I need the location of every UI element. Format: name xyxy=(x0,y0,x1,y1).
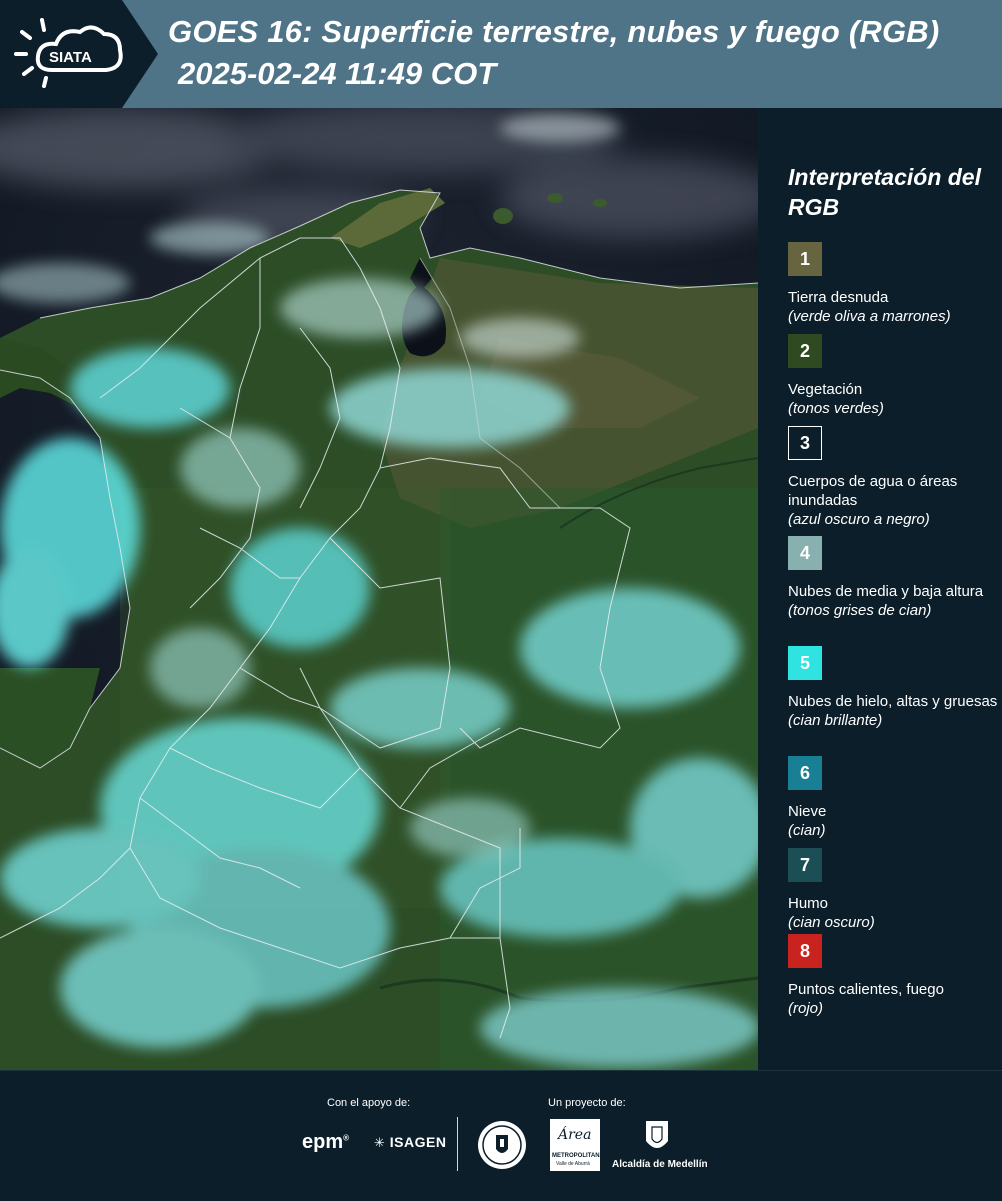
legend-label: Nieve xyxy=(788,803,827,820)
footer: Con el apoyo de: Un proyecto de: epm® ✳ … xyxy=(0,1070,1002,1201)
legend-label: Vegetación xyxy=(788,381,863,398)
legend-description: (verde oliva a marrones) xyxy=(788,308,951,325)
legend-description: (azul oscuro a negro) xyxy=(788,511,930,528)
isagen-logo: ✳ ISAGEN xyxy=(374,1134,447,1150)
legend-item: 4 Nubes de media y baja altura (tonos gris… xyxy=(788,536,998,620)
legend-swatch: 2 xyxy=(788,334,822,368)
satellite-map[interactable] xyxy=(0,108,758,1070)
legend-description: (cian oscuro) xyxy=(788,914,875,931)
legend-swatch: 3 xyxy=(788,426,822,460)
area-sub2: Valle de Aburrá xyxy=(556,1161,590,1167)
legend-label: Nubes de hielo, altas y gruesas xyxy=(788,693,998,710)
area-text: Área xyxy=(558,1127,592,1143)
page-title: GOES 16: Superficie terrestre, nubes y f… xyxy=(168,14,940,49)
area-metropolitana-logo: Área METROPOLITANA Valle de Aburrá xyxy=(550,1119,604,1171)
alcaldia-shield-icon xyxy=(644,1119,670,1160)
legend-label: Tierra desnuda xyxy=(788,289,889,306)
legend-swatch: 6 xyxy=(788,756,822,790)
legend-item: 6 Nieve (cian) xyxy=(788,756,998,840)
siata-logo: SIATA xyxy=(0,0,158,108)
legend-label: Humo xyxy=(788,895,829,912)
legend-swatch: 7 xyxy=(788,848,822,882)
support-label: Con el apoyo de: xyxy=(327,1097,411,1109)
legend-swatch: 4 xyxy=(788,536,822,570)
project-label: Un proyecto de: xyxy=(548,1097,626,1109)
legend-label: Puntos calientes, fuego xyxy=(788,981,944,998)
legend-item: 3 Cuerpos de agua o áreas inundadas (azul … xyxy=(788,426,998,529)
legend-description: (tonos grises de cian) xyxy=(788,602,932,619)
legend-label: Nubes de media y baja altura xyxy=(788,583,984,600)
epm-text: epm xyxy=(302,1131,344,1153)
legend-description: (tonos verdes) xyxy=(788,400,884,417)
legend-description: (rojo) xyxy=(788,1000,824,1017)
isagen-text: ISAGEN xyxy=(389,1134,447,1150)
medellin-seal-icon xyxy=(476,1119,528,1176)
timestamp: 2025-02-24 11:49 COT xyxy=(178,56,497,91)
logo-text: SIATA xyxy=(49,49,92,66)
legend-description: (cian brillante) xyxy=(788,712,883,729)
legend-title: Interpretación del RGB xyxy=(788,164,981,220)
area-sub1: METROPOLITANA xyxy=(552,1153,604,1159)
legend-description: (cian) xyxy=(788,822,826,839)
alcaldia-text: Alcaldía de Medellín xyxy=(612,1159,708,1170)
legend-swatch: 5 xyxy=(788,646,822,680)
header-bar: SIATA GOES 16: Superficie terrestre, nub… xyxy=(0,0,1002,108)
legend-item: 1 Tierra desnuda (verde oliva a marrones) xyxy=(788,242,998,326)
footer-divider xyxy=(457,1117,458,1171)
epm-logo: epm® xyxy=(302,1131,350,1153)
legend-swatch: 1 xyxy=(788,242,822,276)
legend-item: 5 Nubes de hielo, altas y gruesas (cian br… xyxy=(788,646,998,730)
legend-item: 2 Vegetación (tonos verdes) xyxy=(788,334,998,418)
legend-panel: Interpretación del RGB 1 Tierra desnuda (v… xyxy=(760,108,1002,1068)
legend-item: 8 Puntos calientes, fuego (rojo) xyxy=(788,934,998,1018)
legend-swatch: 8 xyxy=(788,934,822,968)
legend-item: 7 Humo (cian oscuro) xyxy=(788,848,998,932)
legend-label: Cuerpos de agua o áreas inundadas xyxy=(788,473,958,509)
